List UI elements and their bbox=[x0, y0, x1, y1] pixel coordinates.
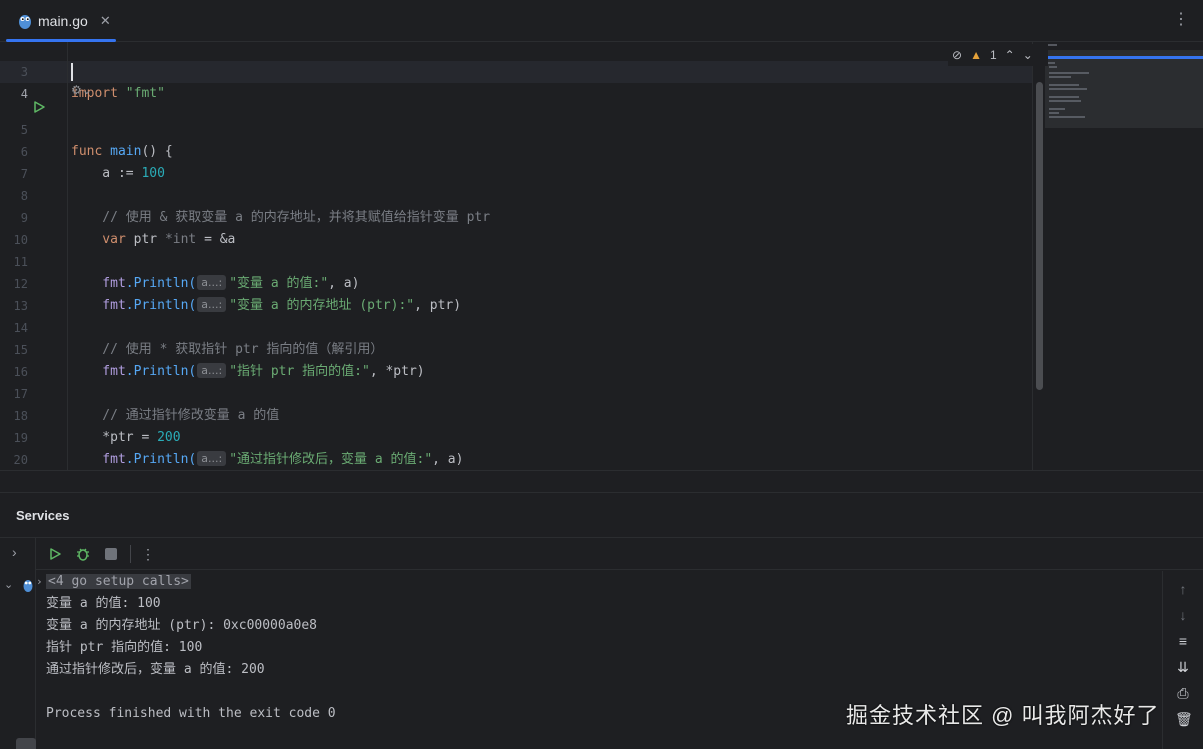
code-line: 9 var ptr *int = &a bbox=[0, 185, 1032, 247]
editor-tab-bar: main.go ✕ ⋮ bbox=[0, 0, 1203, 42]
minimap-line bbox=[1049, 76, 1071, 78]
services-toolbar: ⋮ bbox=[36, 538, 1203, 570]
minimap-line bbox=[1049, 116, 1085, 118]
close-icon[interactable]: ✕ bbox=[100, 13, 111, 29]
code-line: 4 bbox=[0, 61, 1032, 101]
code-line: 13 bbox=[0, 273, 1032, 313]
minimap-line bbox=[1049, 108, 1065, 110]
code-line: 6 a := 100 bbox=[0, 119, 1032, 181]
stop-icon[interactable] bbox=[102, 545, 120, 563]
code-line: 17 // 通过指针修改变量 a 的值 bbox=[0, 361, 1032, 423]
code-line: 21 bbox=[0, 449, 1032, 470]
minimap-line bbox=[1049, 84, 1079, 86]
chevron-right-icon[interactable]: › bbox=[12, 544, 17, 560]
watermark: 掘金技术社区 @ 叫我阿杰好了 bbox=[846, 703, 1160, 728]
console-line: 指针 ptr 指向的值: 100 bbox=[46, 640, 203, 655]
minimap-line bbox=[1049, 96, 1079, 98]
console-exit-line: Process finished with the exit code 0 bbox=[46, 706, 336, 721]
fold-arrow-icon[interactable]: › bbox=[36, 571, 43, 593]
code-line: 18 *ptr = 200 bbox=[0, 383, 1032, 445]
eye-off-icon[interactable]: ⊘ bbox=[952, 48, 962, 62]
editor-scrollbar[interactable] bbox=[1036, 82, 1043, 390]
toolbar-separator bbox=[130, 544, 131, 563]
minimap-line bbox=[1049, 100, 1081, 102]
debug-icon[interactable] bbox=[74, 545, 92, 563]
code-line: 3 import "fmt" bbox=[0, 42, 1032, 101]
more-options-icon[interactable]: ⋮ bbox=[141, 547, 155, 561]
console-side-toolbar: ↑ ↓ ≡ ⇊ ⎙ 🗑 bbox=[1162, 571, 1203, 749]
minimap-current-line bbox=[1045, 56, 1203, 59]
chevron-down-icon[interactable]: ⌄ bbox=[1023, 48, 1033, 62]
folded-setup-calls[interactable]: <4 go setup calls> bbox=[46, 574, 191, 589]
code-line: 5 func main() { bbox=[0, 97, 1032, 159]
services-tree[interactable]: › ⌄ bbox=[0, 538, 36, 749]
code-editor[interactable]: 3 import "fmt" 4 ⚙⌄ 5 func main() { 6 a … bbox=[0, 42, 1203, 470]
warning-icon: ▲ bbox=[970, 48, 982, 62]
trash-icon[interactable]: 🗑 bbox=[1175, 711, 1193, 727]
ai-assist-icon[interactable]: ⚙⌄ bbox=[71, 83, 92, 97]
tab-options-icon[interactable]: ⋮ bbox=[1173, 12, 1189, 28]
editor-bottom-strip bbox=[0, 470, 1203, 492]
arrow-up-icon[interactable]: ↑ bbox=[1175, 581, 1191, 597]
panel-title: Services bbox=[16, 508, 70, 523]
code-line: 11 fmt.Println(a...: "变量 a 的值:", a) bbox=[0, 229, 1032, 291]
code-line: 19 fmt.Println(a...: "通过指针修改后，变量 a 的值:", … bbox=[0, 405, 1032, 467]
scroll-to-end-icon[interactable]: ⇊ bbox=[1175, 659, 1191, 675]
minimap-line bbox=[1049, 66, 1057, 68]
soft-wrap-icon[interactable]: ≡ bbox=[1175, 633, 1191, 649]
console-line: 通过指针修改后，变量 a 的值: 200 bbox=[46, 662, 265, 677]
code-line: 12 fmt.Println(a...: "变量 a 的内存地址 (ptr):",… bbox=[0, 251, 1032, 313]
run-icon[interactable] bbox=[46, 545, 64, 563]
warning-count: 1 bbox=[989, 48, 997, 62]
console-line: <4 go setup calls> bbox=[46, 571, 191, 593]
chevron-up-icon[interactable]: ⌃ bbox=[1005, 48, 1015, 62]
code-line: 10 bbox=[0, 207, 1032, 247]
code-line: 14 // 使用 * 获取指针 ptr 指向的值（解引用） bbox=[0, 295, 1032, 357]
run-gutter-icon[interactable] bbox=[32, 100, 46, 114]
minimap-line bbox=[1049, 88, 1087, 90]
minimap-line bbox=[1049, 112, 1059, 114]
code-line: 16 bbox=[0, 339, 1032, 379]
print-icon[interactable]: ⎙ bbox=[1175, 685, 1191, 701]
console-line: 变量 a 的值: 100 bbox=[46, 596, 161, 611]
selected-tree-node[interactable] bbox=[16, 738, 36, 749]
minimap[interactable] bbox=[1032, 42, 1203, 470]
tab-main-go[interactable]: main.go ✕ bbox=[6, 0, 116, 42]
tab-label: main.go bbox=[38, 13, 88, 29]
arrow-down-icon[interactable]: ↓ bbox=[1175, 607, 1191, 623]
console-line: 变量 a 的内存地址 (ptr): 0xc00000a0e8 bbox=[46, 618, 318, 633]
minimap-line bbox=[1049, 72, 1089, 74]
gopher-icon bbox=[23, 580, 33, 592]
code-line: 8 // 使用 & 获取变量 a 的内存地址，并将其赋值给指针变量 ptr bbox=[0, 163, 1032, 225]
code-line: 20 } bbox=[0, 427, 1032, 467]
text-caret bbox=[71, 63, 73, 81]
code-line: 15 fmt.Println(a...: "指针 ptr 指向的值:", *ptr… bbox=[0, 317, 1032, 379]
chevron-down-icon[interactable]: ⌄ bbox=[4, 578, 13, 591]
gopher-icon bbox=[19, 15, 31, 29]
inspection-widget[interactable]: ⊘ ▲ 1 ⌃ ⌄ bbox=[948, 44, 1048, 66]
code-line: 7 bbox=[0, 141, 1032, 181]
